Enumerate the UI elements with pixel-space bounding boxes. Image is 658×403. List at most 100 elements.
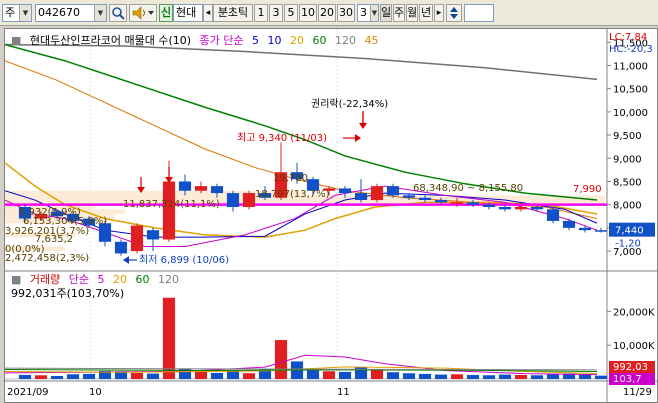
level-label: 68,348,90 ~ 8,155,80: [413, 183, 523, 194]
market-select-value: 주: [5, 6, 16, 19]
period-1-button[interactable]: 1: [254, 4, 268, 22]
period-5-button[interactable]: 5: [284, 4, 298, 22]
extra-input[interactable]: [464, 4, 494, 22]
stock-code-input[interactable]: 042670 ▼: [35, 4, 107, 22]
candle-body: [210, 186, 224, 194]
price-volume-chart[interactable]: 11,50011,00010,50010,0009,5009,0008,5008…: [5, 29, 657, 402]
stock-name-field[interactable]: 현대: [173, 4, 203, 22]
price-tick-label: 10,000: [613, 108, 648, 119]
volume-bar: [50, 375, 64, 379]
volume-bar: [34, 375, 48, 379]
period-value-select[interactable]: 3 ▼: [357, 4, 379, 22]
x-axis-label: 11: [337, 387, 350, 398]
volume-ma-120: 120: [158, 273, 180, 286]
candle-body: [450, 202, 464, 204]
period-label-button[interactable]: 분초틱: [213, 4, 253, 22]
candle-body: [370, 186, 384, 201]
price-ma-45: 45: [364, 34, 379, 47]
price-tick-label: 8,000: [613, 201, 642, 212]
volume-tick-label: 20,000K: [613, 307, 655, 318]
x-axis-label: 11/29: [623, 387, 652, 398]
volume-bar: [130, 372, 144, 379]
chevron-down-icon[interactable]: ▼: [19, 5, 31, 21]
candle-body: [418, 197, 432, 201]
candle-body: [514, 207, 528, 210]
volume-bar: [274, 340, 288, 379]
period-20-button[interactable]: 20: [318, 4, 336, 22]
search-button[interactable]: [109, 4, 127, 22]
volume-bar: [306, 369, 320, 379]
candle-body: [386, 186, 400, 196]
volume-bar: [514, 374, 528, 379]
candle-body: [578, 227, 592, 231]
candle-body: [562, 220, 576, 228]
volume-bar: [162, 297, 176, 379]
volume-bar: [498, 374, 512, 379]
x-axis-label: 10: [89, 387, 102, 398]
low-annotation: 최저 6,899 (10/06): [139, 254, 229, 266]
volume-bar: [530, 375, 544, 379]
level-label: 11,837,314(11,1%): [123, 199, 220, 210]
chart-panel[interactable]: 11,500 11,000 10,500 10,000 9,500 9,000 8,500 8…: [4, 28, 658, 403]
unit-month-button[interactable]: 월: [406, 4, 418, 22]
x-axis-label: 2021/09: [7, 387, 49, 398]
level-label: 2,472,458(2,3%): [5, 253, 89, 264]
price-ma-120: 120: [335, 34, 357, 47]
candle-body: [194, 186, 208, 191]
event-annotation: 권리락(-22,34%): [311, 98, 388, 110]
volume-bar: [146, 373, 160, 379]
lc-label: LC:7,84: [609, 32, 647, 43]
price-tick-label: 9,000: [613, 154, 642, 165]
price-ma-60: 60: [312, 34, 327, 47]
candle-body: [594, 230, 608, 232]
volume-bar: [466, 374, 480, 379]
candle-body: [242, 193, 256, 207]
candle-body: [130, 225, 144, 252]
volume-bar: [194, 371, 208, 379]
period-value: 3: [360, 6, 367, 19]
candle-body: [178, 181, 192, 191]
candle-body: [226, 193, 240, 207]
price-tick-label: 11,000: [613, 61, 648, 72]
hc-label: HC:-20,3: [609, 44, 653, 55]
high-annotation: 최고 9,340 (11/03): [237, 132, 327, 144]
period-30-button[interactable]: 30: [337, 4, 355, 22]
volume-bar: [18, 374, 32, 379]
candle-body: [114, 241, 128, 254]
candle-body: [434, 200, 448, 203]
price-ma-10: 10: [267, 34, 282, 47]
last-price-label: 7,440: [615, 226, 644, 237]
period-3-button[interactable]: 3: [269, 4, 283, 22]
last-change-label: -1,20: [615, 239, 641, 250]
volume-bar: [210, 372, 224, 379]
candle-body: [546, 209, 560, 221]
price-panel-title: 현대두산인프라코어 매물대 수(10): [29, 34, 192, 47]
candle-body: [162, 181, 176, 240]
up-down-arrows-icon: [450, 7, 458, 19]
volume-ma-60: 60: [135, 273, 150, 286]
prev-arrow-button[interactable]: ◂: [203, 4, 213, 22]
updown-button[interactable]: [446, 4, 462, 22]
unit-day-button[interactable]: 일: [380, 4, 392, 22]
market-select[interactable]: 주 ▼: [2, 4, 32, 22]
period-10-button[interactable]: 10: [299, 4, 317, 22]
volume-bar: [386, 372, 400, 379]
level-label: 18,797(13,7%): [255, 189, 330, 200]
volume-bar: [82, 373, 96, 379]
price-tick-label: 8,500: [613, 177, 642, 188]
credit-badge[interactable]: 신: [159, 4, 173, 22]
candle-body: [146, 230, 160, 240]
chevron-down-icon[interactable]: ▼: [370, 5, 378, 21]
candle-body: [482, 204, 496, 207]
stock-code-value: 042670: [38, 6, 80, 19]
volume-bar: [242, 373, 256, 379]
speaker-icon: [132, 6, 154, 20]
sound-button[interactable]: [129, 4, 157, 22]
chevron-down-icon[interactable]: ▼: [94, 5, 106, 21]
volume-bar: [482, 375, 496, 379]
volume-bar: [370, 370, 384, 379]
volume-bar: [594, 375, 608, 379]
unit-week-button[interactable]: 주: [393, 4, 405, 22]
unit-year-button[interactable]: 년: [419, 4, 433, 22]
next-arrow-button[interactable]: ▸: [434, 4, 444, 22]
